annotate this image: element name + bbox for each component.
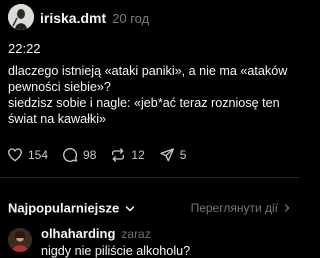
chevron-right-icon — [285, 204, 290, 212]
view-activity-text: Переглянути дії — [190, 201, 278, 215]
chevron-down-icon — [126, 205, 135, 211]
sort-dropdown[interactable]: Najpopularniejsze — [8, 201, 136, 216]
comment-time-ago: zaraz — [121, 227, 151, 241]
post-text-line: siedzisz sobie i nagle: «jeb*ać teraz ro… — [8, 96, 280, 126]
heart-icon — [7, 148, 22, 162]
comment-button[interactable]: 98 — [62, 147, 96, 163]
sort-label-text: Najpopularniejsze — [8, 200, 120, 216]
repost-count: 12 — [131, 148, 145, 162]
comment-item: olhaharding zaraz nigdy nie piliście alko… — [8, 226, 292, 258]
author-username[interactable]: iriska.dmt 20 год — [40, 10, 149, 26]
send-paper-plane-icon — [160, 148, 174, 162]
share-count: 5 — [179, 148, 187, 162]
post-time-ago: 20 год — [112, 11, 150, 26]
author-avatar[interactable] — [8, 4, 34, 30]
like-count: 154 — [28, 148, 49, 162]
comment-username[interactable]: olhaharding — [41, 226, 115, 241]
comment-bubble-icon — [63, 148, 78, 162]
post-header: iriska.dmt 20 год — [8, 4, 292, 30]
share-button[interactable]: 5 — [159, 147, 187, 163]
section-divider — [0, 177, 300, 178]
like-button[interactable]: 154 — [7, 147, 48, 163]
post-time: 22:22 — [8, 41, 41, 56]
view-activity-link[interactable]: Переглянути дії — [191, 201, 292, 215]
repost-button[interactable]: 12 — [110, 147, 145, 163]
post-text-line: dlaczego istnieją «ataki paniki», a nie … — [8, 64, 288, 94]
comment-text: nigdy nie piliście alkoholu? — [41, 244, 191, 258]
comment-author-avatar[interactable] — [8, 228, 32, 252]
author-username-text[interactable]: iriska.dmt — [40, 10, 106, 26]
comment-author[interactable]: olhaharding zaraz — [41, 226, 151, 241]
post-actions: 154 98 12 5 — [7, 145, 200, 165]
repost-arrows-icon — [112, 148, 125, 162]
post-body: dlaczego istnieją «ataki paniki», a nie … — [8, 63, 292, 127]
comment-count: 98 — [83, 148, 97, 162]
